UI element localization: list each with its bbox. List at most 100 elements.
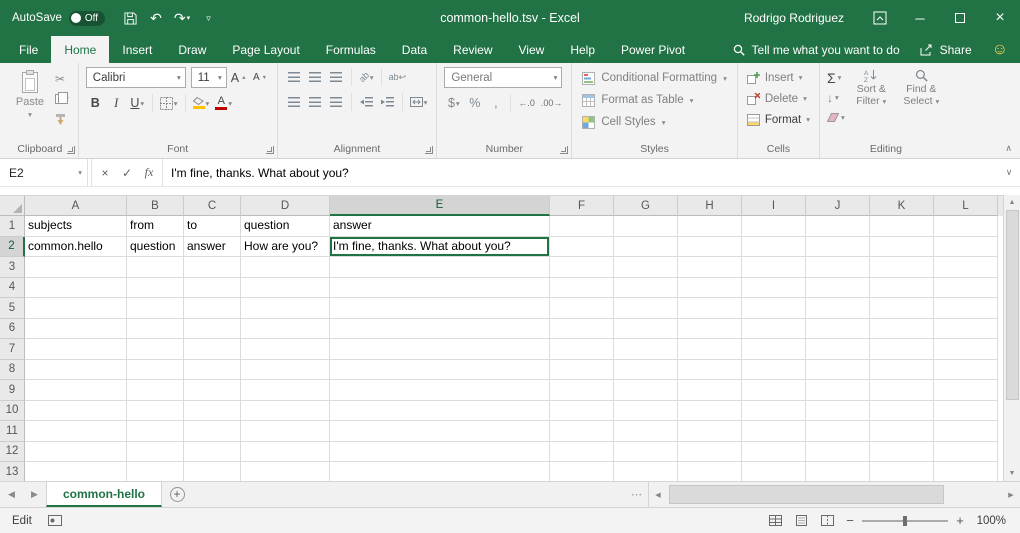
fill-color-button[interactable]: ▾ <box>191 93 212 113</box>
cell-L9[interactable] <box>934 380 998 401</box>
cell-B12[interactable] <box>127 442 184 463</box>
cell-A13[interactable] <box>25 462 127 481</box>
merge-center-button[interactable]: ▾ <box>408 92 430 112</box>
fill-button[interactable]: ↓▾ <box>827 88 845 107</box>
cell-H4[interactable] <box>678 278 742 299</box>
cell-K4[interactable] <box>870 278 934 299</box>
column-header-B[interactable]: B <box>127 196 184 216</box>
cell-G3[interactable] <box>614 257 678 278</box>
cell-H6[interactable] <box>678 319 742 340</box>
cell-K8[interactable] <box>870 360 934 381</box>
cell-E9[interactable] <box>330 380 550 401</box>
scroll-down-icon[interactable]: ▼ <box>1004 466 1020 481</box>
select-all-corner[interactable] <box>0 196 25 216</box>
delete-cells-button[interactable]: Delete ▾ <box>745 88 812 109</box>
cell-A1[interactable]: subjects <box>25 216 127 237</box>
cell-F2[interactable] <box>550 237 614 258</box>
row-header-7[interactable]: 7 <box>0 339 25 360</box>
new-sheet-button[interactable]: + <box>162 482 192 507</box>
cell-E4[interactable] <box>330 278 550 299</box>
cell-C7[interactable] <box>184 339 241 360</box>
feedback-smiley-icon[interactable]: ☺ <box>992 42 1008 58</box>
cell-F6[interactable] <box>550 319 614 340</box>
cell-E2[interactable]: I'm fine, thanks. What about you? <box>330 237 550 258</box>
cell-D13[interactable] <box>241 462 330 481</box>
cell-C3[interactable] <box>184 257 241 278</box>
cell-E12[interactable] <box>330 442 550 463</box>
cell-D6[interactable] <box>241 319 330 340</box>
cell-K7[interactable] <box>870 339 934 360</box>
sheet-nav-left-icon[interactable]: ◀ <box>0 482 23 507</box>
close-button[interactable]: × <box>980 0 1020 36</box>
enter-button[interactable]: ✓ <box>116 166 138 180</box>
column-header-F[interactable]: F <box>550 196 614 216</box>
cell-K13[interactable] <box>870 462 934 481</box>
row-header-13[interactable]: 13 <box>0 462 25 481</box>
number-format-select[interactable]: General▾ <box>444 67 562 88</box>
redo-button[interactable]: ↷▾ <box>169 5 195 31</box>
vertical-scrollbar[interactable]: ▲ ▼ <box>1003 195 1020 481</box>
zoom-slider[interactable] <box>862 520 948 522</box>
row-header-4[interactable]: 4 <box>0 278 25 299</box>
number-dialog-launcher[interactable] <box>560 146 568 154</box>
alignment-dialog-launcher[interactable] <box>425 146 433 154</box>
cell-D9[interactable] <box>241 380 330 401</box>
cell-J8[interactable] <box>806 360 870 381</box>
cell-L8[interactable] <box>934 360 998 381</box>
cell-F12[interactable] <box>550 442 614 463</box>
cell-H11[interactable] <box>678 421 742 442</box>
font-size-select[interactable]: 11▾ <box>191 67 227 88</box>
cell-H10[interactable] <box>678 401 742 422</box>
cell-J4[interactable] <box>806 278 870 299</box>
find-select-button[interactable]: Find & Select ▾ <box>898 67 945 142</box>
cell-C4[interactable] <box>184 278 241 299</box>
cell-B6[interactable] <box>127 319 184 340</box>
name-box[interactable]: E2 ▾ <box>0 159 88 186</box>
cell-G10[interactable] <box>614 401 678 422</box>
cell-E8[interactable] <box>330 360 550 381</box>
cell-B8[interactable] <box>127 360 184 381</box>
cell-B11[interactable] <box>127 421 184 442</box>
cell-B2[interactable]: question <box>127 237 184 258</box>
font-dialog-launcher[interactable] <box>266 146 274 154</box>
row-header-10[interactable]: 10 <box>0 401 25 422</box>
horizontal-scrollbar[interactable]: ◀ ▶ <box>648 482 1020 507</box>
insert-function-button[interactable]: fx <box>138 165 160 180</box>
align-top-button[interactable] <box>285 67 304 87</box>
ribbon-tab-data[interactable]: Data <box>389 36 440 63</box>
cell-A4[interactable] <box>25 278 127 299</box>
decrease-font-size-button[interactable]: A▼ <box>251 68 270 88</box>
row-header-12[interactable]: 12 <box>0 442 25 463</box>
format-as-table-button[interactable]: Format as Table ▾ <box>579 89 729 111</box>
cell-J9[interactable] <box>806 380 870 401</box>
cell-A3[interactable] <box>25 257 127 278</box>
cell-G12[interactable] <box>614 442 678 463</box>
zoom-slider-handle[interactable] <box>903 516 907 526</box>
collapse-ribbon-icon[interactable]: ∧ <box>1005 143 1012 154</box>
normal-view-button[interactable] <box>762 508 788 533</box>
cell-H13[interactable] <box>678 462 742 481</box>
accounting-format-button[interactable]: $▾ <box>444 93 463 113</box>
cell-F13[interactable] <box>550 462 614 481</box>
cell-B3[interactable] <box>127 257 184 278</box>
cell-E5[interactable] <box>330 298 550 319</box>
column-header-K[interactable]: K <box>870 196 934 216</box>
italic-button[interactable]: I <box>107 93 126 113</box>
ribbon-tab-file[interactable]: File <box>6 36 51 63</box>
zoom-out-button[interactable]: − <box>840 513 860 528</box>
cell-L4[interactable] <box>934 278 998 299</box>
cell-C9[interactable] <box>184 380 241 401</box>
copy-button[interactable]: ▾ <box>55 91 69 106</box>
cell-K11[interactable] <box>870 421 934 442</box>
row-header-6[interactable]: 6 <box>0 319 25 340</box>
customize-quick-access-button[interactable]: ▿ <box>195 5 221 31</box>
cell-G13[interactable] <box>614 462 678 481</box>
cut-button[interactable]: ✂ <box>55 71 69 86</box>
maximize-button[interactable] <box>940 0 980 36</box>
cell-H12[interactable] <box>678 442 742 463</box>
cell-E1[interactable]: answer <box>330 216 550 237</box>
ribbon-tab-review[interactable]: Review <box>440 36 505 63</box>
percent-style-button[interactable]: % <box>465 93 484 113</box>
cell-I7[interactable] <box>742 339 806 360</box>
comma-style-button[interactable]: , <box>486 93 505 113</box>
